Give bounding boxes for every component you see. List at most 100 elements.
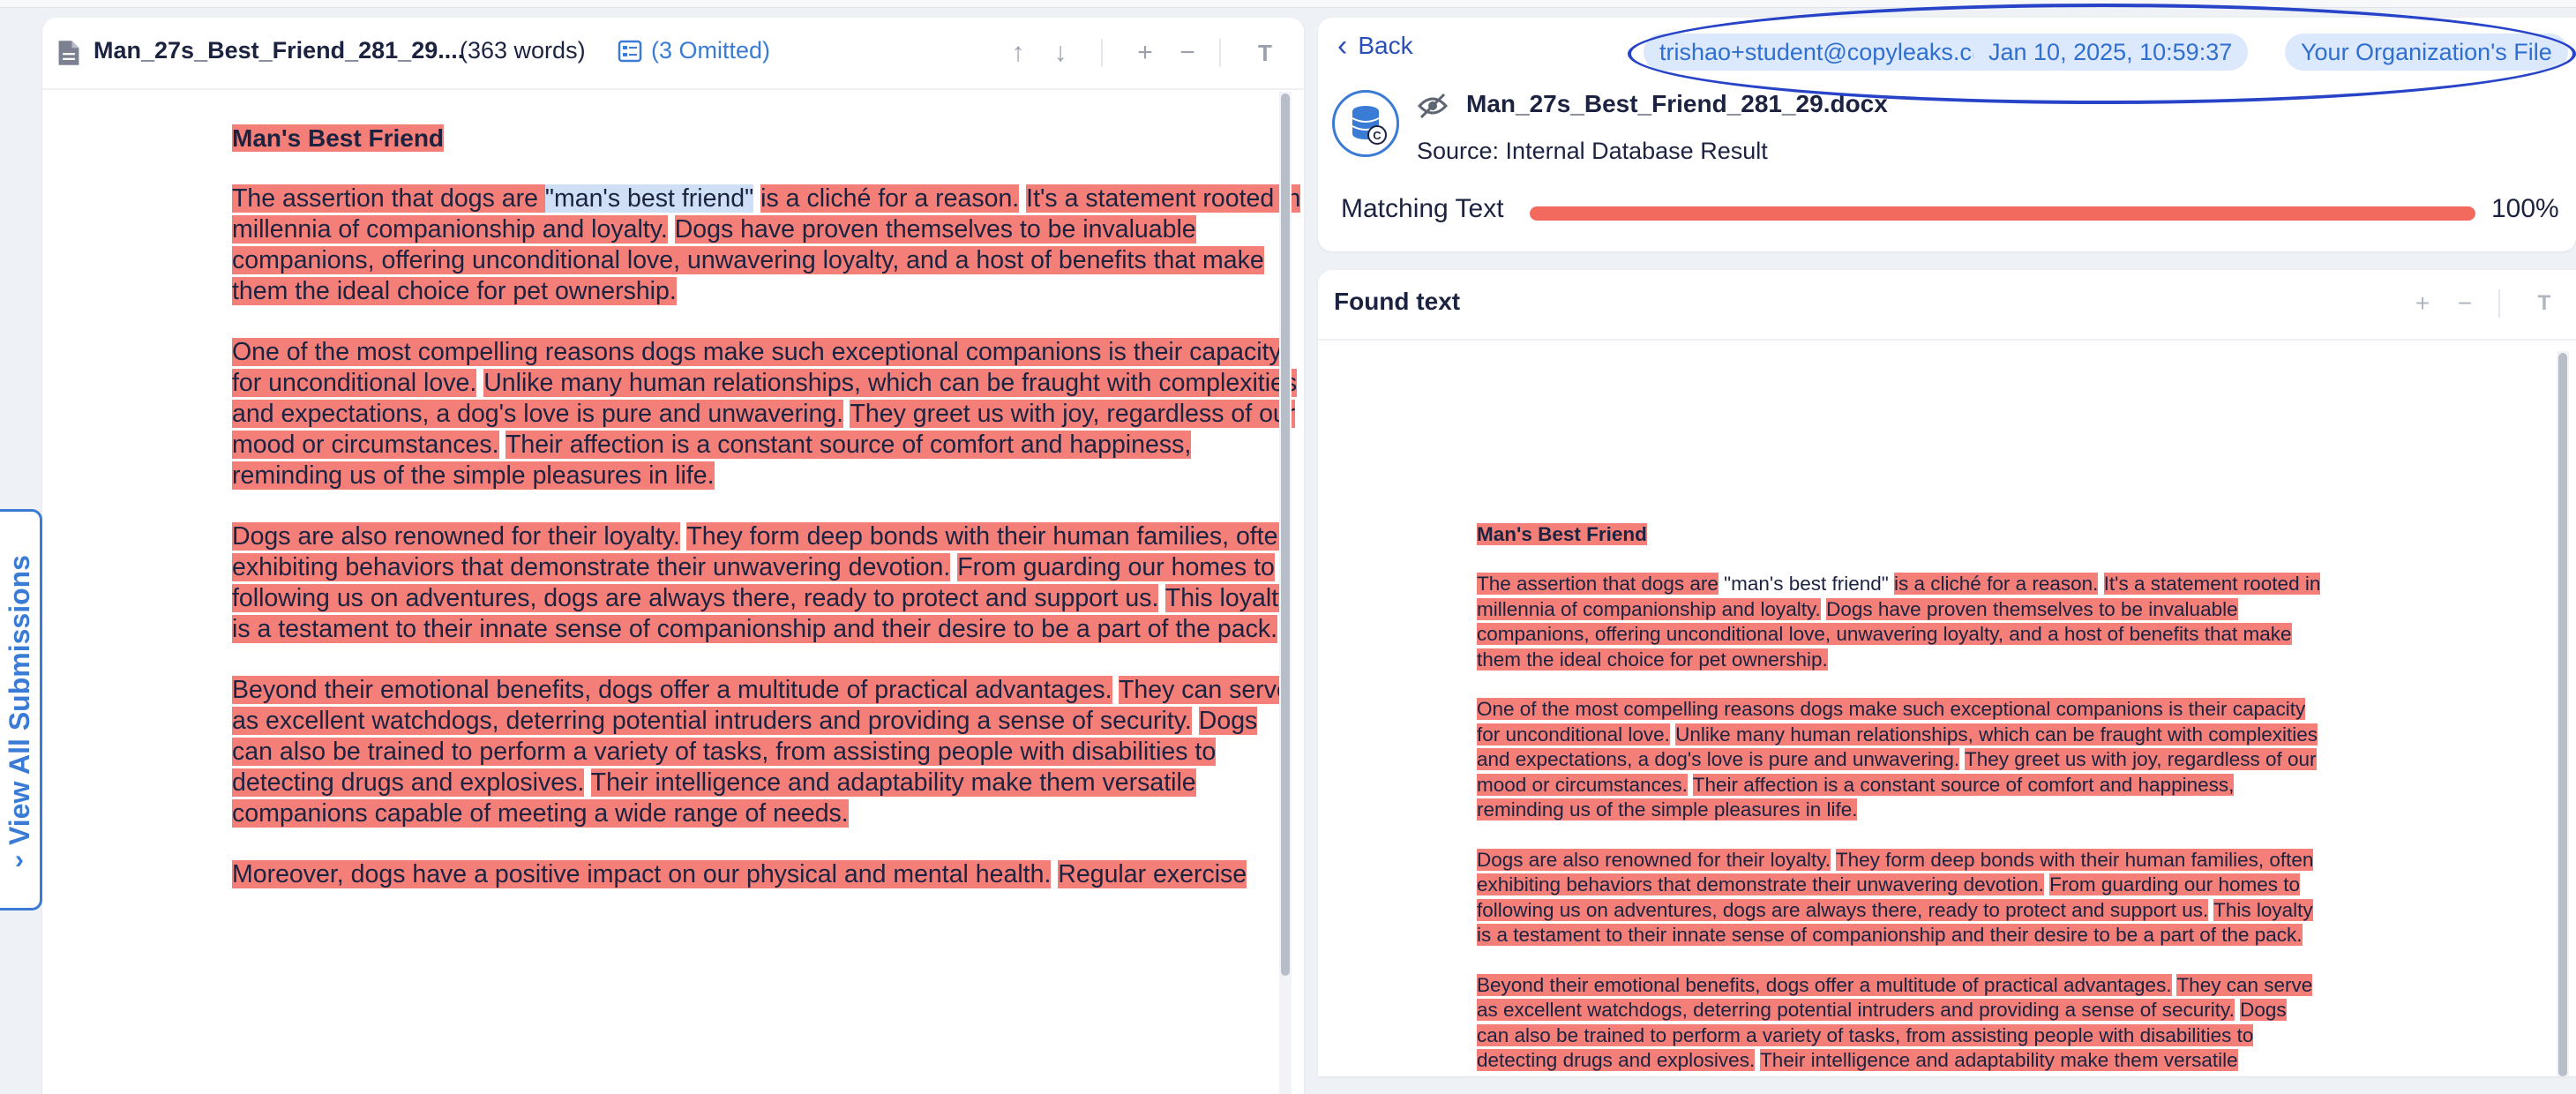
matched-sentence[interactable]: mood or circumstances. — [1477, 773, 1688, 796]
matched-sentence[interactable]: This loyalty — [2213, 898, 2313, 921]
matched-sentence[interactable]: millennia of companionship and loyalty. — [232, 215, 668, 244]
document-paragraph: Dogs are also renowned for their loyalty… — [232, 521, 1304, 645]
found-text-title: Found text — [1334, 288, 1461, 315]
eye-off-icon[interactable] — [1417, 92, 1449, 120]
document-line: as excellent watchdogs, deterring potent… — [1477, 998, 2535, 1023]
matched-sentence[interactable]: Unlike many human relationships, which c… — [1675, 723, 2318, 746]
matched-sentence[interactable]: They form deep bonds with their human fa… — [1835, 848, 2314, 871]
omitted-count: (3 Omitted) — [651, 37, 771, 64]
toolbar-divider — [1219, 39, 1221, 67]
matched-sentence[interactable]: as excellent watchdogs, deterring potent… — [232, 707, 1192, 735]
matched-sentence[interactable]: Dogs have proven themselves to be invalu… — [674, 215, 1196, 244]
matched-sentence[interactable]: Beyond their emotional benefits, dogs of… — [232, 676, 1112, 704]
matched-sentence[interactable]: reminding us of the simple pleasures in … — [232, 461, 715, 490]
zoom-out-icon[interactable]: − — [1172, 37, 1203, 69]
document-line: as excellent watchdogs, deterring potent… — [232, 706, 1304, 737]
document-line: and expectations, a dog's love is pure a… — [1477, 747, 2535, 773]
matched-sentence[interactable]: Regular exercise — [1058, 860, 1247, 888]
matched-sentence[interactable]: exhibiting behaviors that demonstrate th… — [1477, 873, 2044, 895]
matched-sentence[interactable]: Their intelligence and adaptability make… — [590, 768, 1196, 797]
matched-sentence[interactable]: is a cliché for a reason. — [760, 184, 1020, 213]
matched-sentence[interactable]: is a cliché for a reason. — [1894, 573, 2099, 595]
matched-sentence[interactable]: detecting drugs and explosives. — [232, 768, 585, 797]
matched-sentence[interactable]: for unconditional love. — [1477, 723, 1670, 746]
matched-sentence[interactable]: From guarding our homes to — [2049, 873, 2301, 895]
matched-sentence[interactable]: They greet us with joy, regardless of ou… — [1965, 748, 2317, 770]
arrow-up-icon[interactable]: ↑ — [1002, 37, 1034, 69]
matched-sentence[interactable]: is a testament to their innate sense of … — [232, 615, 1278, 643]
document-paragraph: Beyond their emotional benefits, dogs of… — [232, 675, 1304, 829]
matched-sentence[interactable]: is a testament to their innate sense of … — [1477, 924, 2303, 946]
matched-sentence[interactable]: The assertion that dogs are — [1477, 573, 1719, 595]
matched-sentence[interactable]: It's a statement rooted in — [2103, 573, 2321, 595]
scrollbar-thumb[interactable] — [2558, 353, 2567, 1076]
matched-sentence[interactable]: Their affection is a constant source of … — [1692, 773, 2235, 796]
matched-sentence[interactable]: millennia of companionship and loyalty. — [1477, 597, 1821, 620]
matched-sentence[interactable]: Dogs have proven themselves to be invalu… — [1826, 597, 2238, 620]
matched-sentence[interactable]: This loyalty — [1164, 584, 1292, 612]
matched-sentence[interactable]: and expectations, a dog's love is pure a… — [232, 400, 844, 428]
submitter-email-pill: trishao+student@copyleaks.com — [1644, 34, 2021, 71]
matched-sentence[interactable]: them the ideal choice for pet ownership. — [1477, 648, 1828, 671]
matched-sentence[interactable]: companions, offering unconditional love,… — [232, 246, 1264, 274]
matched-sentence[interactable]: as excellent watchdogs, deterring potent… — [1477, 999, 2235, 1021]
matched-sentence[interactable]: for unconditional love. — [232, 369, 477, 397]
matched-sentence[interactable]: can also be trained to perform a variety… — [232, 738, 1217, 766]
matched-sentence[interactable]: exhibiting behaviors that demonstrate th… — [232, 553, 951, 581]
document-line: The assertion that dogs are "man's best … — [1477, 572, 2535, 597]
matched-sentence[interactable]: They can serve — [1119, 676, 1291, 704]
arrow-down-icon[interactable]: ↓ — [1045, 37, 1076, 69]
quoted-phrase[interactable]: "man's best friend" — [544, 184, 754, 213]
document-line: Moreover, dogs have a positive impact on… — [232, 859, 1304, 890]
matched-sentence[interactable]: They form deep bonds with their human fa… — [686, 522, 1292, 551]
zoom-in-icon[interactable]: + — [1129, 37, 1161, 69]
matched-sentence[interactable]: They can serve — [2176, 973, 2313, 996]
plain-text — [1192, 707, 1199, 735]
zoom-out-icon[interactable]: − — [2449, 288, 2481, 319]
matched-sentence[interactable]: They greet us with joy, regardless of ou… — [850, 400, 1296, 428]
toolbar-divider — [2498, 289, 2500, 318]
document-line: One of the most compelling reasons dogs … — [232, 337, 1304, 368]
text-size-icon[interactable]: T — [2528, 288, 2560, 319]
matched-sentence[interactable]: The assertion that dogs are — [232, 184, 545, 213]
document-line: them the ideal choice for pet ownership. — [1477, 648, 2535, 673]
document-line: companions capable of meeting a wide ran… — [232, 798, 1304, 829]
matched-sentence[interactable]: Dogs — [1198, 707, 1258, 735]
matched-sentence[interactable]: companions capable of meeting a wide ran… — [232, 799, 849, 828]
matched-sentence[interactable]: Their affection is a constant source of … — [505, 431, 1192, 459]
matched-sentence[interactable]: can also be trained to perform a variety… — [1477, 1023, 2254, 1046]
matched-sentence[interactable]: Their intelligence and adaptability make… — [1760, 1049, 2238, 1071]
matched-sentence[interactable]: Unlike many human relationships, which c… — [483, 369, 1298, 397]
matched-sentence[interactable]: Beyond their emotional benefits, dogs of… — [1477, 973, 2172, 996]
svg-text:C: C — [1373, 129, 1382, 142]
matched-sentence[interactable]: them the ideal choice for pet ownership. — [232, 277, 677, 305]
matched-sentence[interactable]: One of the most compelling reasons dogs … — [232, 338, 1282, 366]
document-line: The assertion that dogs are "man's best … — [232, 184, 1304, 214]
view-all-submissions-tab[interactable]: › View All Submissions — [0, 509, 42, 910]
matched-sentence[interactable]: It's a statement rooted in — [1026, 184, 1301, 213]
text-size-icon[interactable]: T — [1249, 37, 1281, 69]
matched-sentence[interactable]: following us on adventures, dogs are alw… — [1477, 898, 2209, 921]
toolbar-divider — [1101, 39, 1103, 67]
matched-sentence[interactable]: Dogs — [2240, 999, 2287, 1021]
word-count: (363 words) — [460, 37, 586, 64]
document-line: detecting drugs and explosives. Their in… — [232, 768, 1304, 798]
matched-sentence[interactable]: Dogs are also renowned for their loyalty… — [232, 522, 680, 551]
matched-sentence[interactable]: companions, offering unconditional love,… — [1477, 623, 2292, 645]
matched-sentence[interactable]: reminding us of the simple pleasures in … — [1477, 798, 1858, 820]
matched-sentence[interactable]: Moreover, dogs have a positive impact on… — [232, 860, 1052, 888]
matched-sentence[interactable]: From guarding our homes to — [957, 553, 1275, 581]
zoom-in-icon[interactable]: + — [2407, 288, 2438, 319]
matched-sentence[interactable]: following us on adventures, dogs are alw… — [232, 584, 1159, 612]
matched-sentence[interactable]: mood or circumstances. — [232, 431, 499, 459]
back-button[interactable]: ‹ Back — [1337, 31, 1413, 61]
document-line: millennia of companionship and loyalty. … — [1477, 597, 2535, 623]
matched-sentence[interactable]: Dogs are also renowned for their loyalty… — [1477, 848, 1831, 871]
omitted-toggle[interactable]: (3 Omitted) — [618, 37, 770, 64]
matched-sentence[interactable]: detecting drugs and explosives. — [1477, 1049, 1756, 1071]
document-line: is a testament to their innate sense of … — [1477, 923, 2535, 948]
found-text-header: Found text + − T — [1318, 270, 2576, 341]
matched-sentence[interactable]: and expectations, a dog's love is pure a… — [1477, 748, 1960, 770]
scrollbar-thumb[interactable] — [1281, 94, 1290, 976]
matched-sentence[interactable]: One of the most compelling reasons dogs … — [1477, 698, 2306, 720]
